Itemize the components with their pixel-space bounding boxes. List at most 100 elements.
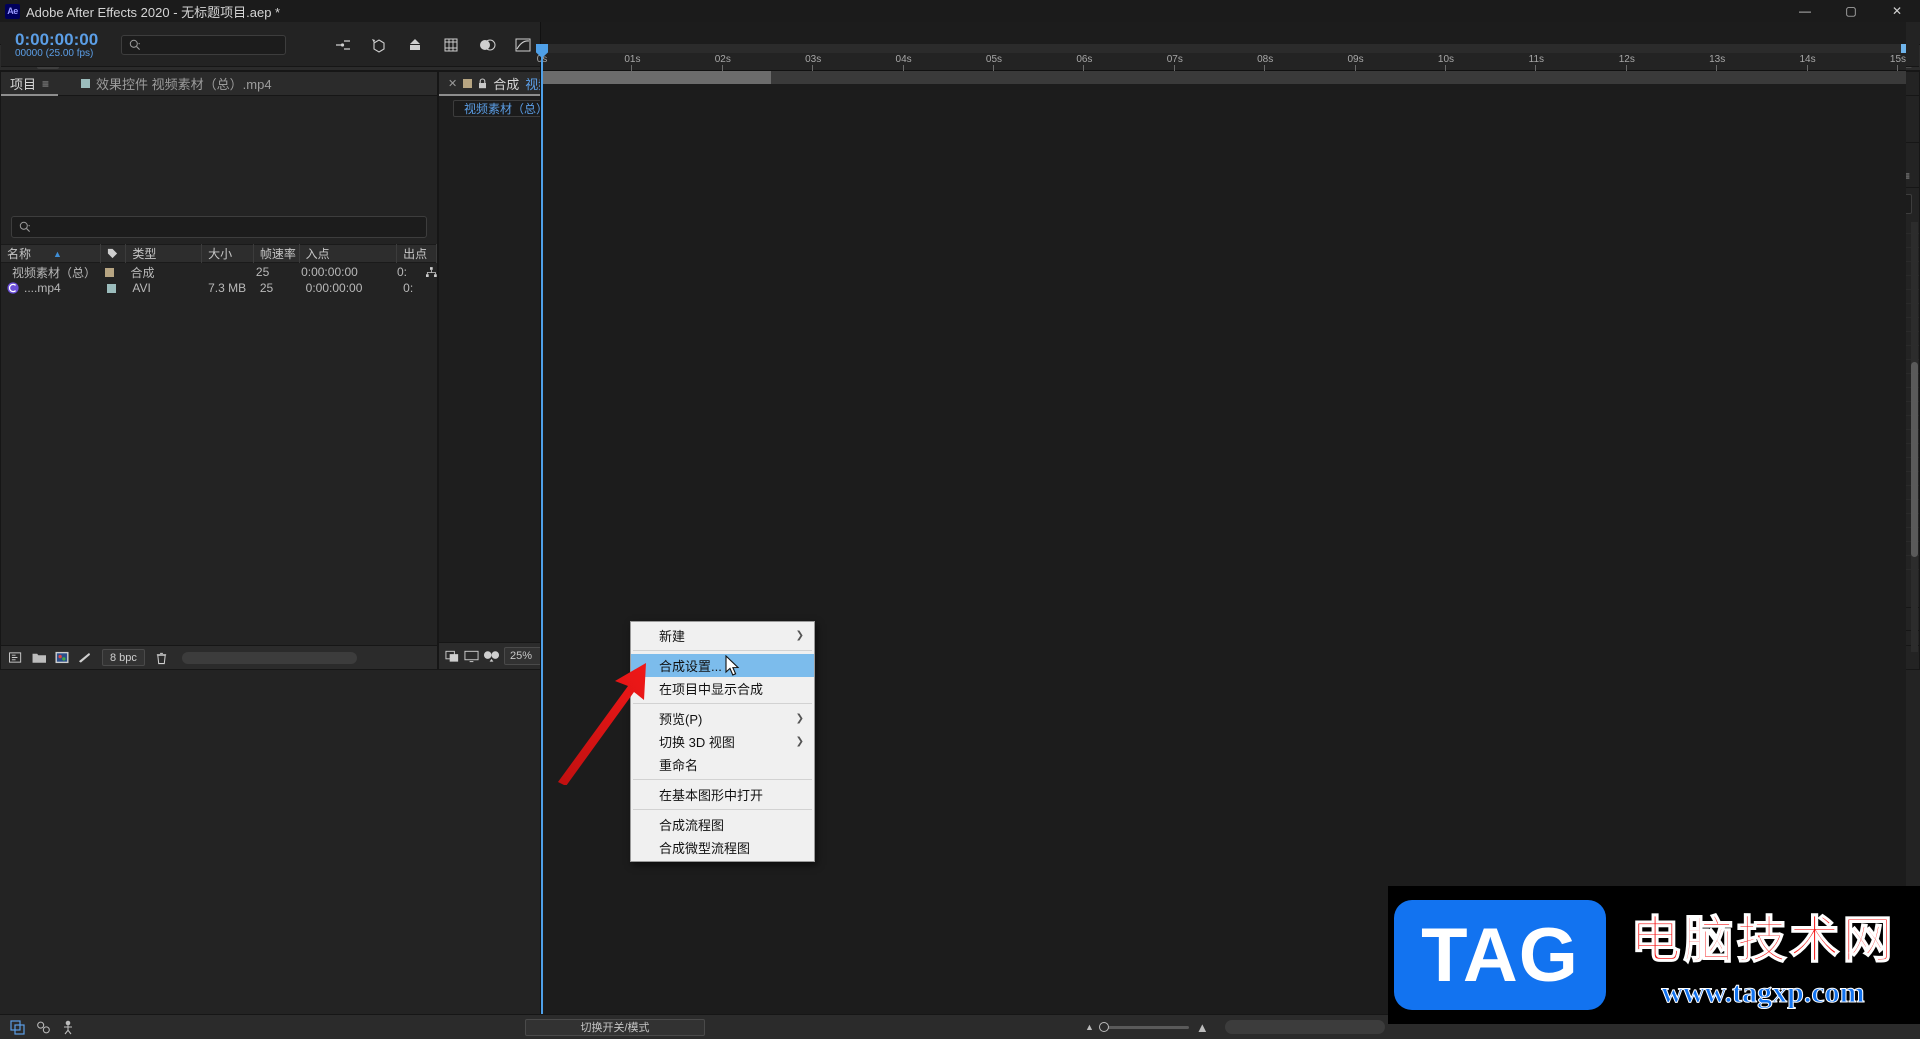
menu-item-new[interactable]: 新建 ❯ xyxy=(631,624,814,647)
menu-item-composition-settings[interactable]: 合成设置... xyxy=(631,654,814,677)
frame-blending-icon[interactable] xyxy=(442,37,460,53)
menu-item-open-in-essential-graphics-label: 在基本图形中打开 xyxy=(659,788,764,803)
zoom-out-icon[interactable]: ▲ xyxy=(1085,1022,1094,1032)
project-scrollbar[interactable] xyxy=(181,651,357,664)
graph-editor-icon[interactable] xyxy=(514,37,532,53)
puppet-icon[interactable] xyxy=(61,1020,75,1035)
tab-effect-controls[interactable]: 效果控件 视频素材（总）.mp4 xyxy=(72,72,281,96)
menu-item-composition-flowchart-label: 合成流程图 xyxy=(659,818,725,833)
mouse-cursor-icon xyxy=(725,655,740,676)
ruler-tick-label: 15s xyxy=(1889,54,1907,65)
watermark: TAG 电脑技术网 www.tagxp.com xyxy=(1388,886,1920,1024)
tag-icon xyxy=(107,248,117,259)
menu-separator xyxy=(633,779,812,780)
chevron-right-icon: ❯ xyxy=(795,713,804,724)
tab-project[interactable]: 项目 ≡ xyxy=(1,72,58,96)
layer-duration-bar[interactable] xyxy=(541,71,771,84)
row-name: ....mp4 xyxy=(24,281,61,295)
comp-mini-flowchart-icon[interactable] xyxy=(36,1020,51,1035)
project-settings-icon[interactable] xyxy=(77,651,92,664)
effects-scrollbar-track[interactable] xyxy=(1911,222,1918,652)
maximize-button[interactable]: ▢ xyxy=(1828,0,1874,22)
lock-icon[interactable] xyxy=(478,78,487,89)
toggle-switches-modes-button[interactable]: 切换开关/模式 xyxy=(525,1018,705,1036)
current-frame-fps: 00000 (25.00 fps) xyxy=(15,47,94,59)
col-type[interactable]: 类型 xyxy=(126,244,203,263)
tab-project-label: 项目 xyxy=(10,77,37,92)
row-in: 0:00:00:00 xyxy=(305,281,363,295)
project-panel-tabs: 项目 ≡ 效果控件 视频素材（总）.mp4 xyxy=(1,72,437,96)
chevron-right-icon: ❯ xyxy=(795,736,804,747)
menu-item-composition-mini-flowchart[interactable]: 合成微型流程图 xyxy=(631,836,814,859)
zoom-slider-thumb[interactable] xyxy=(1098,1021,1109,1032)
after-effects-window: Ae Adobe After Effects 2020 - 无标题项目.aep … xyxy=(0,0,1920,1039)
composition-mini-flowchart-icon[interactable] xyxy=(334,37,352,53)
delete-icon[interactable] xyxy=(155,651,168,665)
close-button[interactable]: ✕ xyxy=(1874,0,1920,22)
interpret-footage-icon[interactable] xyxy=(9,651,24,664)
menu-item-preview[interactable]: 预览(P) ❯ xyxy=(631,707,814,730)
menu-item-rename[interactable]: 重命名 xyxy=(631,753,814,776)
col-fps[interactable]: 帧速率 xyxy=(254,244,300,263)
menu-item-switch-3d-view[interactable]: 切换 3D 视图 ❯ xyxy=(631,730,814,753)
ruler-tick-label: 05s xyxy=(985,54,1003,65)
always-preview-icon[interactable] xyxy=(445,649,460,663)
hide-shy-layers-icon[interactable] xyxy=(406,37,424,53)
work-area-end-handle[interactable] xyxy=(1901,44,1906,53)
ruler-tick-label: 10s xyxy=(1437,54,1455,65)
row-label-swatch[interactable] xyxy=(104,267,114,277)
menu-item-rename-label: 重命名 xyxy=(659,758,699,773)
motion-blur-icon[interactable] xyxy=(478,37,496,53)
3d-glasses-icon[interactable] xyxy=(483,649,500,663)
project-preview-area xyxy=(1,96,437,208)
col-size[interactable]: 大小 xyxy=(202,244,254,263)
table-row[interactable]: 视频素材（总） 合成 25 0:00:00:00 0: xyxy=(1,264,437,280)
close-icon[interactable]: ✕ xyxy=(448,77,457,90)
minimize-button[interactable]: — xyxy=(1782,0,1828,22)
timeline-horizontal-scrollbar[interactable] xyxy=(1224,1020,1385,1034)
effects-scrollbar-thumb[interactable] xyxy=(1911,362,1918,557)
monitor-icon[interactable] xyxy=(464,649,479,663)
zoom-level-value: 25% xyxy=(510,650,533,662)
row-fps: 25 xyxy=(255,265,270,279)
table-row[interactable]: ....mp4 AVI 7.3 MB 25 0:00:00:00 0: xyxy=(1,280,437,296)
col-out[interactable]: 出点 xyxy=(397,244,438,263)
ruler-tick-label: 12s xyxy=(1618,54,1635,65)
menu-separator xyxy=(633,703,812,704)
zoom-in-icon[interactable]: ▲ xyxy=(1196,1020,1209,1035)
menu-item-open-in-essential-graphics[interactable]: 在基本图形中打开 xyxy=(631,783,814,806)
panel-menu-icon[interactable]: ≡ xyxy=(42,77,49,91)
row-size: 7.3 MB xyxy=(208,281,247,295)
project-search-input[interactable] xyxy=(11,216,427,238)
menu-item-composition-flowchart[interactable]: 合成流程图 xyxy=(631,813,814,836)
col-in[interactable]: 入点 xyxy=(300,244,398,263)
ruler-tick-label: 11s xyxy=(1528,54,1545,65)
row-label-swatch[interactable] xyxy=(106,283,116,293)
col-label-swatch[interactable] xyxy=(101,244,127,263)
new-composition-icon[interactable] xyxy=(55,651,69,664)
col-name[interactable]: 名称 ▲ xyxy=(1,244,101,263)
bit-depth-label: 8 bpc xyxy=(110,651,137,664)
context-menu: 新建 ❯ 合成设置... 在项目中显示合成 预览(P) ❯ 切换 3D 视图 ❯… xyxy=(630,621,815,862)
menu-item-reveal-in-project-label: 在项目中显示合成 xyxy=(659,682,764,697)
row-size xyxy=(199,264,250,280)
menu-item-reveal-in-project[interactable]: 在项目中显示合成 xyxy=(631,677,814,700)
ruler-tick-label: 01s xyxy=(624,54,641,65)
menu-item-preview-label: 预览(P) xyxy=(659,712,703,727)
timeline-work-area-bar[interactable] xyxy=(541,44,1906,53)
project-column-headers: 名称 ▲ 类型 大小 帧速率 入点 出点 xyxy=(1,244,438,263)
playhead-line[interactable] xyxy=(541,44,543,1014)
toggle-switches-modes-icon[interactable] xyxy=(10,1019,26,1035)
timeline-ruler[interactable]: 0s01s02s03s04s05s06s07s08s09s10s11s12s13… xyxy=(537,53,1907,71)
timeline-zoom-slider[interactable] xyxy=(1098,1021,1189,1032)
draft-3d-icon[interactable] xyxy=(370,37,388,53)
timeline-graph-area[interactable]: 0s01s02s03s04s05s06s07s08s09s10s11s12s13… xyxy=(536,22,1907,1014)
timeline-search-input[interactable] xyxy=(121,34,286,55)
current-time[interactable]: 0:00:00:00 xyxy=(15,31,121,48)
bit-depth-button[interactable]: 8 bpc xyxy=(102,649,145,666)
new-folder-icon[interactable] xyxy=(32,651,47,664)
col-name-label: 名称 xyxy=(7,247,32,261)
search-icon xyxy=(19,221,31,233)
flowchart-icon xyxy=(426,266,437,277)
project-panel: 项目 ≡ 效果控件 视频素材（总）.mp4 名称 ▲ 类型 大小 帧速率 入点 … xyxy=(0,71,438,670)
